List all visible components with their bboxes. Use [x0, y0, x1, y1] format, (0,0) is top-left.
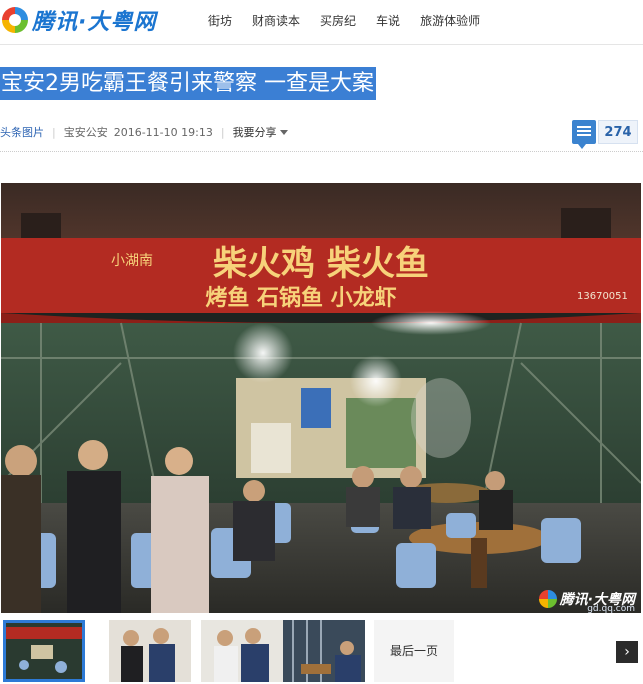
meta-divider: | — [220, 125, 225, 139]
gallery-thumbnail-3[interactable] — [201, 620, 283, 682]
nav-item-lvyou[interactable]: 旅游体验师 — [420, 12, 480, 29]
article-title: 宝安2男吃霸王餐引来警察 一查是大案 — [0, 67, 376, 100]
watermark-subtext: gd.qq.com — [587, 604, 635, 613]
share-label: 我要分享 — [232, 126, 277, 139]
sign-side-text: 小湖南 — [111, 253, 153, 269]
restaurant-scene-image: 柴火鸡 柴火鱼 烤鱼 石锅鱼 小龙虾 小湖南 13670051 — [1, 183, 641, 613]
watermark-logo-icon — [538, 590, 557, 608]
sign-phone-text: 13670051 — [577, 291, 628, 302]
nav-item-caishang[interactable]: 财商读本 — [252, 12, 300, 29]
nav-item-cheshuo[interactable]: 车说 — [376, 12, 400, 29]
nav-item-jiefang[interactable]: 街坊 — [208, 12, 232, 29]
thumbnail-image — [6, 623, 82, 679]
site-logo[interactable]: 腾讯·大粤网 — [2, 4, 156, 36]
article-source-link[interactable]: 头条图片 — [0, 124, 44, 140]
meta-divider-line — [0, 151, 643, 152]
meta-divider: | — [52, 125, 56, 139]
gallery-thumbnail-1[interactable] — [3, 620, 85, 682]
gallery-thumbnail-4[interactable] — [283, 620, 365, 682]
photo-watermark: 腾讯·大粤网 gd.qq.com — [538, 589, 635, 613]
logo-icon — [2, 7, 28, 33]
thumbnail-image — [109, 620, 191, 682]
gallery-thumbnail-2[interactable] — [109, 620, 191, 682]
article-meta: 头条图片 | 宝安公安 2016-11-10 19:13 | 我要分享 — [0, 124, 288, 140]
sign-sub-text: 烤鱼 石锅鱼 小龙虾 — [205, 285, 396, 311]
last-page-button[interactable]: 最后一页 — [374, 620, 454, 682]
thumbnail-image — [283, 620, 365, 682]
chevron-right-icon[interactable]: › — [616, 641, 638, 663]
comment-icon — [572, 120, 596, 149]
comment-button[interactable]: 274 — [572, 120, 639, 149]
article-author: 宝安公安 — [63, 126, 108, 139]
main-photo[interactable]: 柴火鸡 柴火鱼 烤鱼 石锅鱼 小龙虾 小湖南 13670051 腾讯·大粤网 g… — [1, 183, 641, 613]
share-button[interactable]: 我要分享 — [233, 124, 288, 140]
comment-count: 274 — [598, 120, 638, 144]
thumbnail-image — [201, 620, 283, 682]
chevron-down-icon — [279, 129, 288, 135]
top-nav: 街坊 财商读本 买房纪 车说 旅游体验师 — [208, 12, 500, 29]
gallery-thumbnail-strip: ‹ — [0, 620, 643, 684]
sign-main-text: 柴火鸡 柴火鱼 — [213, 244, 429, 284]
nav-item-maifang[interactable]: 买房纪 — [320, 12, 356, 29]
site-header: 腾讯·大粤网 街坊 财商读本 买房纪 车说 旅游体验师 — [0, 0, 643, 45]
logo-text: 腾讯·大粤网 — [32, 10, 157, 35]
article-datetime: 2016-11-10 19:13 — [113, 125, 213, 139]
